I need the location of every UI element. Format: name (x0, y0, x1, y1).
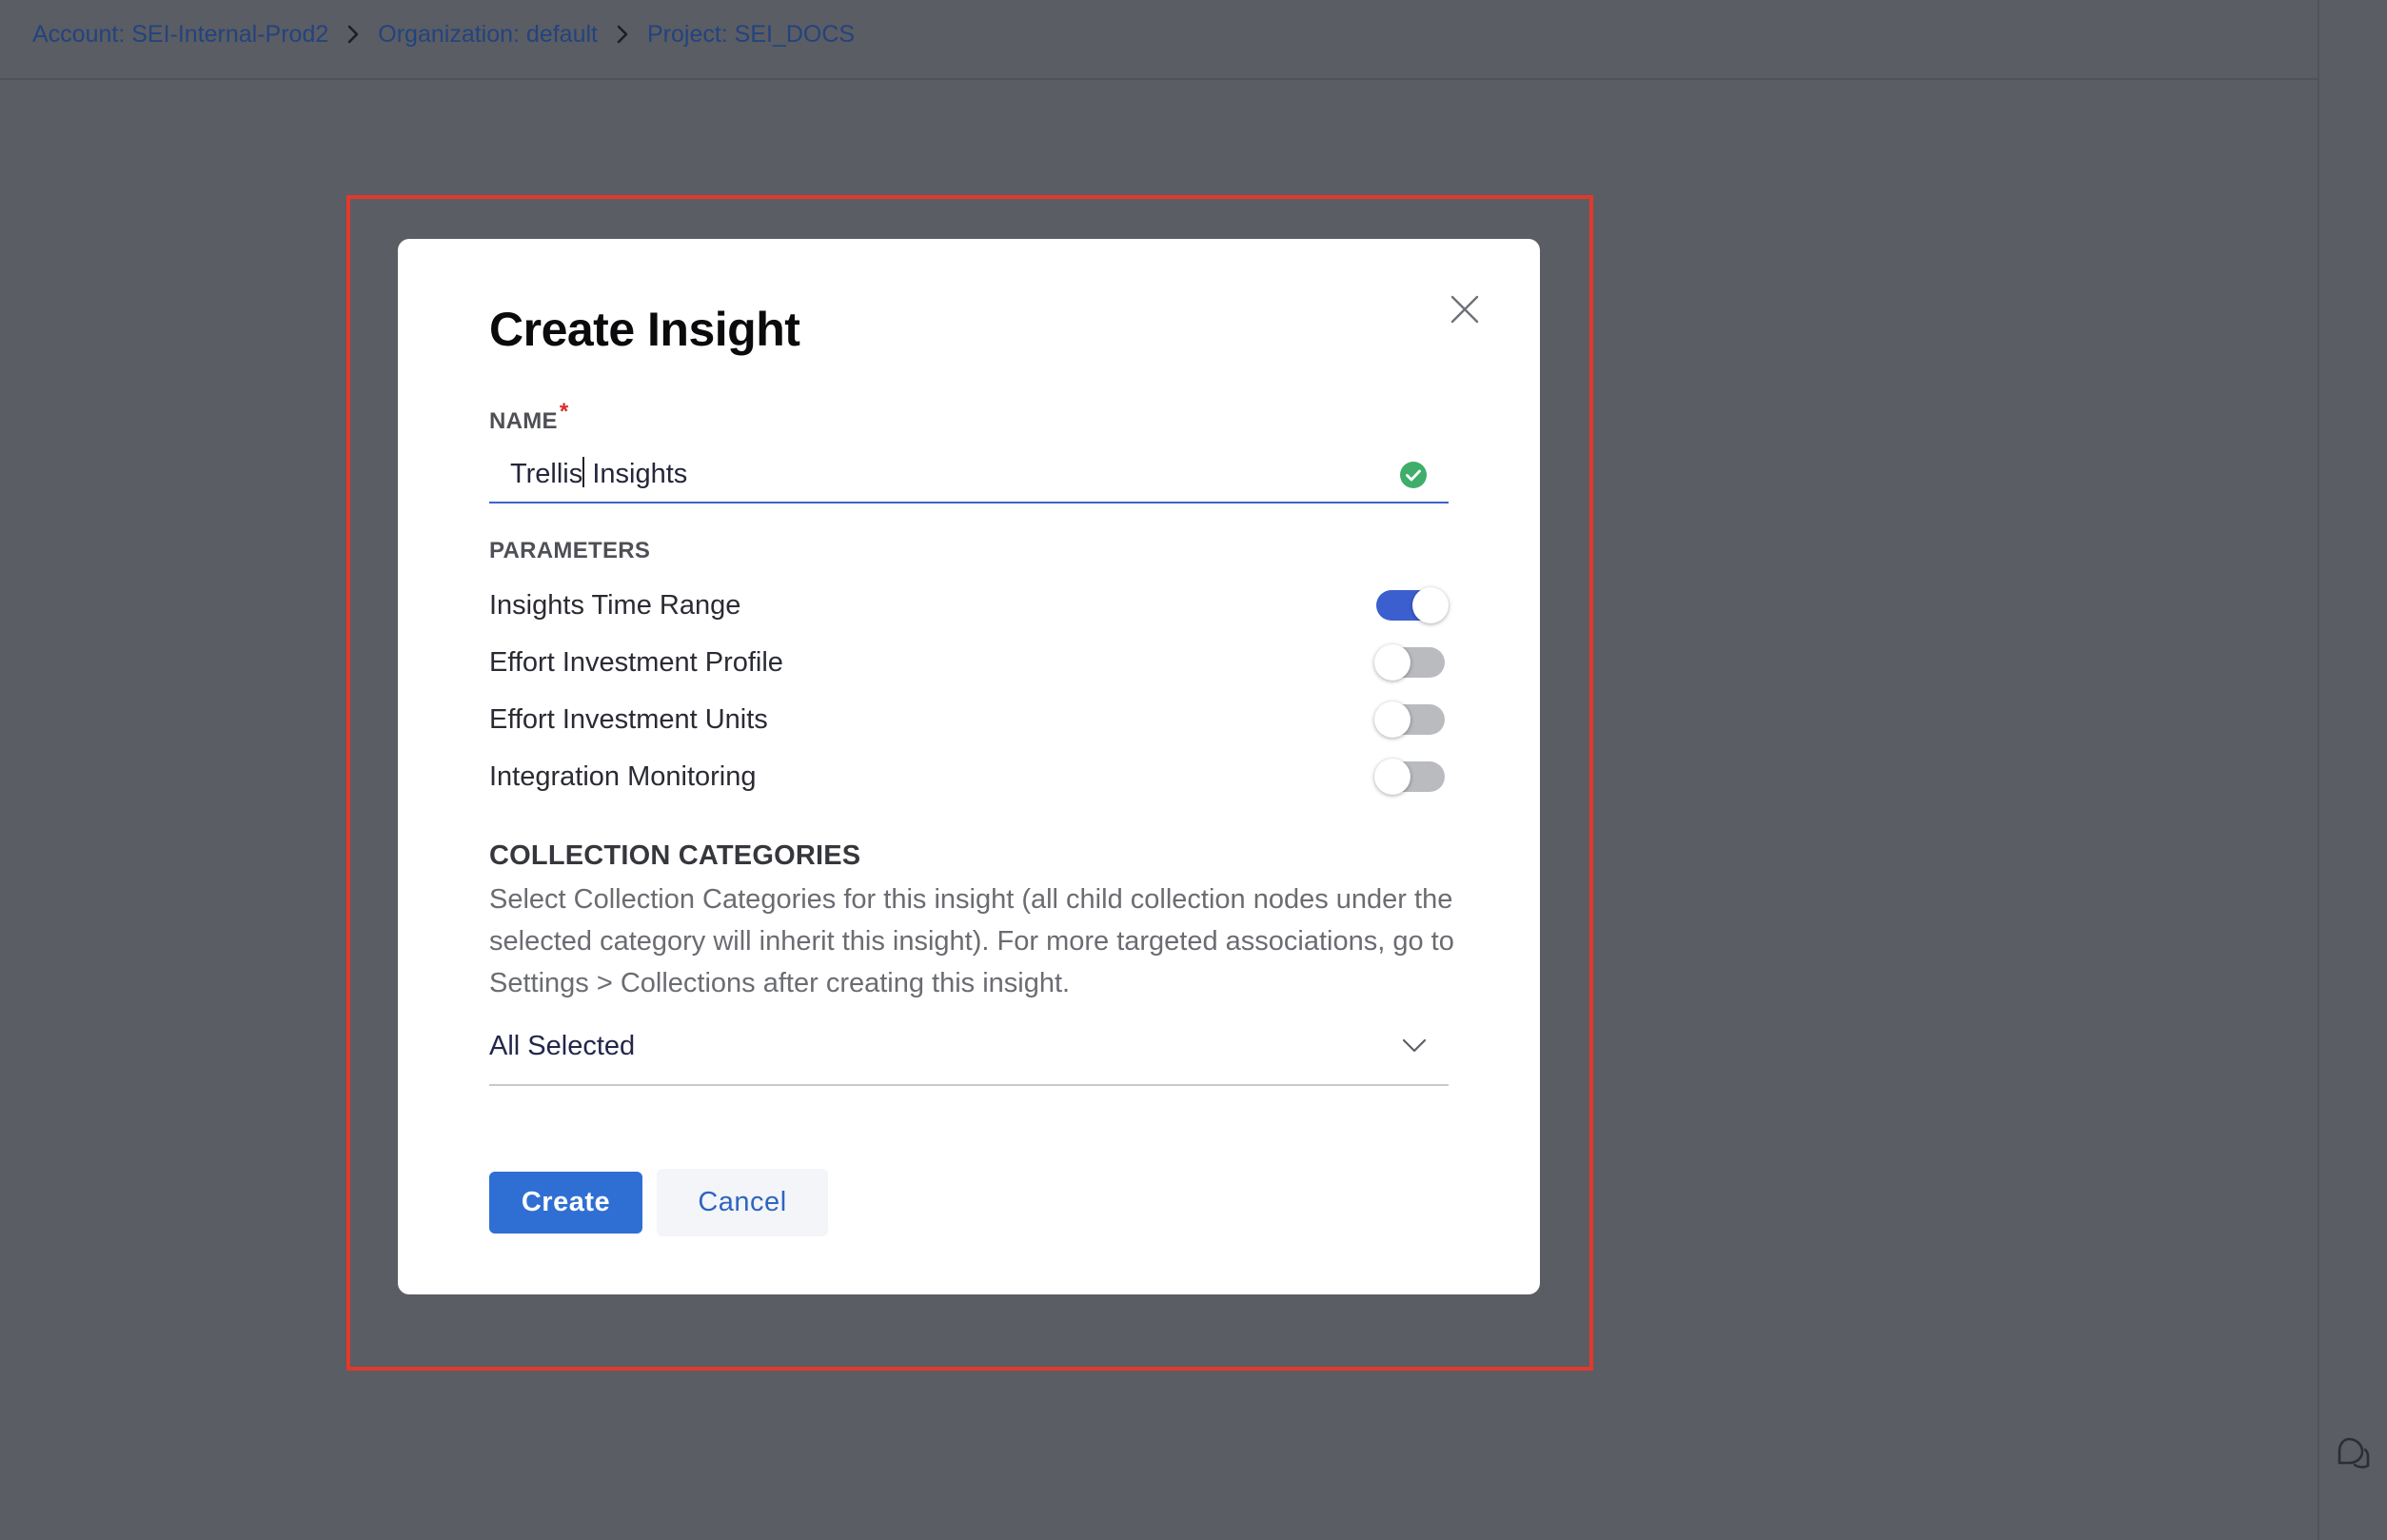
name-label: NAME* (489, 399, 569, 435)
parameter-label: Effort Investment Profile (489, 647, 783, 678)
name-value-part-2: Insights (584, 459, 688, 489)
name-input-value[interactable]: Trellis Insights (510, 446, 1367, 502)
breadcrumb-organization[interactable]: Organization: default (378, 21, 598, 49)
chat-bubble-icon[interactable] (2334, 1433, 2372, 1471)
effort-investment-units-toggle[interactable] (1374, 701, 1445, 738)
collection-categories-description: Select Collection Categories for this in… (489, 884, 1454, 998)
parameter-row: Effort Investment Units (489, 701, 1456, 742)
close-icon[interactable] (1449, 293, 1481, 326)
breadcrumb: Account: SEI-Internal-Prod2 Organization… (32, 19, 855, 49)
top-bar: Account: SEI-Internal-Prod2 Organization… (0, 0, 2318, 80)
parameter-row: Integration Monitoring (489, 758, 1456, 800)
parameter-row: Insights Time Range (489, 586, 1456, 628)
toggle-knob (1374, 759, 1410, 795)
parameters-label: PARAMETERS (489, 538, 651, 563)
collection-categories-value: All Selected (489, 1031, 636, 1061)
effort-investment-profile-toggle[interactable] (1374, 644, 1445, 681)
cancel-button[interactable]: Cancel (657, 1169, 828, 1236)
name-input[interactable]: Trellis Insights (489, 446, 1449, 503)
name-label-text: NAME (489, 408, 558, 434)
breadcrumb-account[interactable]: Account: SEI-Internal-Prod2 (32, 21, 328, 49)
required-marker: * (559, 399, 569, 424)
collection-categories-title: COLLECTION CATEGORIES (489, 840, 861, 871)
parameter-label: Insights Time Range (489, 590, 741, 621)
create-button[interactable]: Create (489, 1172, 642, 1234)
chevron-down-icon[interactable] (1401, 1037, 1428, 1056)
name-value-part-1: Trellis (510, 459, 583, 489)
check-circle-icon (1399, 461, 1428, 489)
parameter-label: Effort Investment Units (489, 704, 768, 735)
text-cursor (582, 457, 585, 488)
chevron-right-icon (328, 25, 378, 44)
breadcrumb-project[interactable]: Project: SEI_DOCS (647, 21, 855, 49)
right-rail (2318, 0, 2387, 1540)
collection-categories-select[interactable]: All Selected (489, 1019, 1449, 1086)
insights-time-range-toggle[interactable] (1376, 587, 1449, 623)
integration-monitoring-toggle[interactable] (1374, 759, 1445, 795)
toggle-knob (1374, 644, 1410, 681)
create-insight-dialog: Create Insight NAME* Trellis Insights PA… (398, 239, 1540, 1294)
toggle-knob (1412, 587, 1449, 623)
toggle-knob (1374, 701, 1410, 738)
chevron-right-icon (598, 25, 647, 44)
parameter-row: Effort Investment Profile (489, 643, 1456, 685)
dialog-title: Create Insight (489, 303, 800, 356)
parameter-label: Integration Monitoring (489, 761, 757, 792)
